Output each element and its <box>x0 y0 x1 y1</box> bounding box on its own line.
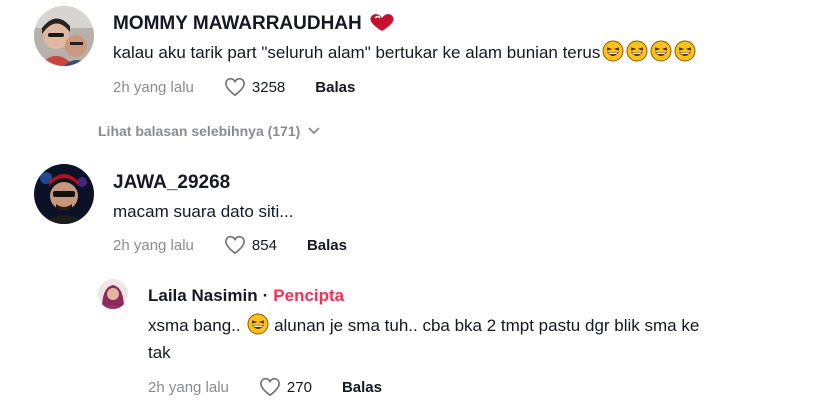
reply-button[interactable]: Balas <box>307 237 347 254</box>
heart-outline-icon <box>224 77 245 97</box>
like-count: 270 <box>286 378 312 396</box>
reply-time: 2h yang lalu <box>148 378 229 396</box>
comment-meta: 2h yang lalu 3258 Balas <box>113 77 355 97</box>
like-count: 854 <box>251 236 277 254</box>
heart-outline-icon <box>224 235 245 255</box>
reply-username-label: Laila Nasimin <box>148 286 258 305</box>
comment-text: kalau aku tarik part "seluruh alam" bert… <box>113 39 696 66</box>
reply-username[interactable]: Laila Nasimin · Pencipta <box>148 286 344 306</box>
creator-badge: Pencipta <box>273 286 345 305</box>
heart-outline-icon <box>259 377 280 397</box>
reply-text: xsma bang.. alunan je sma tuh.. cba bka … <box>148 313 700 362</box>
laughing-emoji-icon <box>245 313 269 335</box>
comment-username[interactable]: MOMMY MAWARRAUDHAH <box>113 12 397 35</box>
view-more-replies-button[interactable]: Lihat balasan selebihnya (171) <box>98 123 320 139</box>
reply-button[interactable]: Balas <box>342 379 382 396</box>
separator-dot: · <box>262 286 269 305</box>
reply-meta: 2h yang lalu 270 Balas <box>148 377 382 397</box>
view-replies-label: Lihat balasan selebihnya (171) <box>98 123 301 139</box>
laughing-emoji-icon <box>600 40 696 62</box>
comment-meta: 2h yang lalu 854 Balas <box>113 235 347 255</box>
avatar[interactable] <box>34 6 94 66</box>
avatar[interactable] <box>98 279 128 309</box>
like-count: 3258 <box>251 78 286 96</box>
comment-time: 2h yang lalu <box>113 236 194 254</box>
like-button[interactable]: 854 <box>224 235 277 255</box>
avatar[interactable] <box>34 164 94 224</box>
comment-text: macam suara dato siti... <box>113 202 294 221</box>
chevron-down-icon <box>308 127 320 135</box>
heart-emoji-icon <box>370 14 394 31</box>
comment-username[interactable]: JAWA_29268 <box>113 172 230 194</box>
comment-time: 2h yang lalu <box>113 78 194 96</box>
reply-button[interactable]: Balas <box>315 79 355 96</box>
like-button[interactable]: 270 <box>259 377 312 397</box>
like-button[interactable]: 3258 <box>224 77 285 97</box>
